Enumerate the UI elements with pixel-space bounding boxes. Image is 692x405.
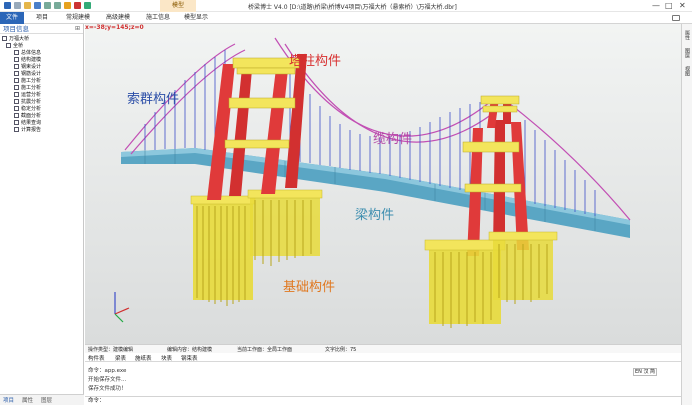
right-foundation[interactable]	[424, 231, 558, 328]
dock-tab-properties[interactable]: 属性	[684, 30, 691, 40]
window-title: 桥梁博士 V4.0 [D:\道路\桥梁\桥博V4项目\万福大桥（悬索桥）\万福大…	[248, 4, 457, 11]
ribbon-collapse-icon[interactable]	[672, 15, 680, 21]
quick-access-toolbar	[4, 2, 91, 9]
analysis-icon	[14, 92, 19, 97]
tree-item-seismic-analysis[interactable]: 抗震分析	[0, 99, 83, 106]
analysis-icon	[14, 85, 19, 90]
seismic-icon	[14, 99, 19, 104]
bottom-tab-project[interactable]: 项目	[3, 396, 14, 404]
tree-item-structure-modeling[interactable]: 结构建模	[0, 57, 83, 64]
tree-item-tendon-design[interactable]: 钢束设计	[0, 64, 83, 71]
tree-item-operation-analysis[interactable]: 运营分析	[0, 92, 83, 99]
tab-beam-table[interactable]: 梁表	[115, 354, 126, 362]
ribbon-tabs: 文件 项目 常规建模 高级建模 施工信息 模型显示	[0, 12, 692, 24]
table-tabs: 构件表 梁表 施纸表 块表 钢束表	[85, 353, 681, 362]
structure-icon	[14, 57, 19, 62]
stability-icon	[14, 106, 19, 111]
tab-tendon-table[interactable]: 钢束表	[181, 354, 198, 362]
tree-item-construction-analysis[interactable]: 施工分析	[0, 85, 83, 92]
label-cable-group-member: 索群构件	[127, 92, 180, 107]
project-panel-header: 项目信息 ⊞	[0, 24, 83, 34]
tree-item-stability-analysis[interactable]: 稳定分析	[0, 106, 83, 113]
save-icon[interactable]	[34, 2, 41, 9]
project-tree: 万福大桥 全桥 总体信息 结构建模 钢束设计 钢筋设计 施工分析 施工分析 运营…	[0, 34, 83, 134]
edit-content[interactable]: 编辑内容：结构建模	[167, 346, 212, 353]
command-input[interactable]: 命令：	[85, 396, 681, 405]
report-icon	[14, 127, 19, 132]
app-logo-icon	[4, 2, 11, 9]
construction-icon	[14, 78, 19, 83]
warning-icon[interactable]	[64, 2, 71, 9]
title-bar: 模型 桥梁博士 V4.0 [D:\道路\桥梁\桥博V4项目\万福大桥（悬索桥）\…	[0, 0, 692, 12]
viewport-status-bar: 操作类型：建模编辑 编辑内容：结构建模 当前工作面：全局工作面 文字比例：75	[85, 344, 681, 353]
panel-bottom-tabs: 项目 属性 图层	[0, 394, 84, 405]
pin-icon[interactable]: ⊞	[75, 24, 80, 34]
tab-project[interactable]: 项目	[30, 12, 54, 24]
tree-item-full-bridge[interactable]: 全桥	[0, 43, 83, 50]
project-panel-title: 项目信息	[3, 25, 29, 33]
tab-paper-table[interactable]: 施纸表	[135, 354, 152, 362]
model-viewport[interactable]: x=-38;y=145;z=0 塔柱构件 索群构件 缆构件 梁构件 基础构件	[85, 24, 681, 344]
run-icon[interactable]	[74, 2, 81, 9]
bridge-model-svg	[114, 37, 631, 328]
tree-item-section-analysis[interactable]: 截面分析	[0, 113, 83, 120]
folder-icon	[6, 43, 11, 48]
tab-model-display[interactable]: 模型显示	[178, 12, 214, 24]
operation-type[interactable]: 操作类型：建模编辑	[88, 346, 133, 353]
tab-basic-modeling[interactable]: 常规建模	[60, 12, 96, 24]
command-output: 命令：app.exe 开始保存文件... 保存文件成功！	[85, 364, 681, 396]
section-icon	[14, 113, 19, 118]
label-foundation-member: 基础构件	[283, 280, 336, 295]
query-icon	[14, 120, 19, 125]
command-line: 命令：app.exe	[88, 368, 127, 374]
close-button[interactable]: ✕	[679, 1, 686, 10]
undo-icon[interactable]	[44, 2, 51, 9]
right-dock-strip: 属性 图层 视图	[681, 24, 692, 405]
current-workplane[interactable]: 当前工作面：全局工作面	[237, 346, 292, 353]
command-line: 保存文件成功！	[88, 386, 127, 392]
project-panel: 项目信息 ⊞ 万福大桥 全桥 总体信息 结构建模 钢束设计 钢筋设计 施工分析 …	[0, 24, 84, 396]
dock-tab-view[interactable]: 视图	[684, 66, 691, 76]
tendon-icon	[14, 64, 19, 69]
rebar-icon	[14, 71, 19, 76]
folder-icon	[2, 36, 7, 41]
open-file-icon[interactable]	[24, 2, 31, 9]
help-icon[interactable]	[84, 2, 91, 9]
tab-advanced-modeling[interactable]: 高级建模	[100, 12, 136, 24]
tree-item-result-query[interactable]: 结果查询	[0, 120, 83, 127]
tab-file[interactable]: 文件	[0, 12, 24, 24]
tab-construction-info[interactable]: 施工信息	[140, 12, 176, 24]
minimize-button[interactable]: —	[652, 1, 660, 10]
tab-block-table[interactable]: 块表	[161, 354, 172, 362]
tree-item-report[interactable]: 计算报告	[0, 127, 83, 134]
left-tower[interactable]	[207, 54, 307, 200]
dock-tab-layers[interactable]: 图层	[684, 48, 691, 58]
tree-item-bridge[interactable]: 万福大桥	[0, 36, 83, 43]
text-scale[interactable]: 文字比例：75	[325, 346, 356, 353]
info-icon	[14, 50, 19, 55]
label-tower-member: 塔柱构件	[289, 54, 342, 69]
context-tab-model[interactable]: 模型	[160, 0, 196, 12]
axis-triad-icon	[114, 292, 130, 323]
redo-icon[interactable]	[54, 2, 61, 9]
label-cable-member: 缆构件	[373, 132, 413, 147]
tree-item-construction-design[interactable]: 施工分析	[0, 78, 83, 85]
input-language-indicator[interactable]: EN 汉 简	[633, 368, 657, 376]
bottom-tab-layers[interactable]: 图层	[41, 396, 52, 404]
command-line: 开始保存文件...	[88, 377, 127, 383]
tab-member-table[interactable]: 构件表	[88, 354, 105, 362]
new-file-icon[interactable]	[14, 2, 21, 9]
bottom-tab-properties[interactable]: 属性	[22, 396, 33, 404]
label-girder-member: 梁构件	[355, 208, 395, 223]
maximize-button[interactable]: □	[665, 1, 673, 10]
tree-item-rebar-design[interactable]: 钢筋设计	[0, 71, 83, 78]
tree-item-general-info[interactable]: 总体信息	[0, 50, 83, 57]
